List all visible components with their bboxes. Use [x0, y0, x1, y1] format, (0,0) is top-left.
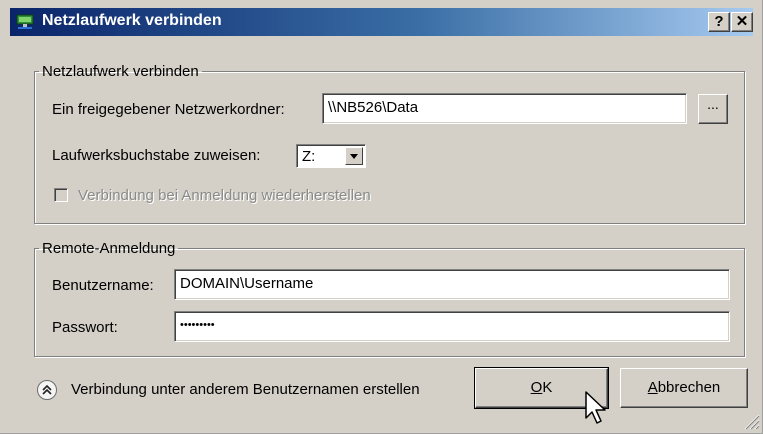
password-input[interactable]: ••••••••• — [174, 311, 730, 342]
folder-input[interactable]: \\NB526\Data — [322, 93, 687, 124]
resize-grip-icon[interactable] — [740, 410, 760, 430]
drive-letter-select[interactable]: Z: — [296, 144, 366, 168]
connect-group-legend: Netzlaufwerk verbinden — [42, 63, 199, 80]
drive-letter-value: Z: — [302, 148, 316, 165]
folder-label: Ein freigegebener Netzwerkordner: — [52, 101, 285, 118]
ok-mnemonic: O — [530, 379, 543, 396]
drive-letter-label: Laufwerksbuchstabe zuweisen: — [52, 147, 261, 164]
reconnect-checkbox[interactable] — [54, 188, 68, 202]
mouse-cursor-icon — [585, 391, 606, 424]
window-title: Netzlaufwerk verbinden — [42, 12, 222, 29]
password-label: Passwort: — [52, 319, 118, 336]
network-drive-icon — [16, 14, 34, 29]
cancel-label: bbrechen — [657, 379, 721, 396]
close-button[interactable]: ✕ — [731, 12, 753, 32]
browse-button[interactable]: ... — [698, 94, 728, 124]
cancel-mnemonic: A — [647, 379, 658, 396]
dialog-window: Netzlaufwerk verbinden ? ✕ Netzlaufwerk … — [0, 0, 763, 434]
help-button[interactable]: ? — [708, 12, 730, 32]
username-label: Benutzername: — [52, 277, 154, 294]
other-user-link[interactable]: Verbindung unter anderem Benutzernamen e… — [71, 381, 420, 398]
ok-label: K — [542, 379, 553, 396]
remote-login-legend: Remote-Anmeldung — [42, 240, 176, 257]
chevron-down-icon[interactable] — [345, 147, 363, 165]
expand-up-icon[interactable] — [37, 380, 57, 400]
title-bar[interactable]: Netzlaufwerk verbinden ? ✕ — [10, 8, 753, 36]
reconnect-label: Verbindung bei Anmeldung wiederherstelle… — [78, 187, 371, 204]
username-input[interactable]: DOMAIN\Username — [174, 269, 730, 300]
cancel-button[interactable]: Abbrechen — [620, 368, 748, 408]
